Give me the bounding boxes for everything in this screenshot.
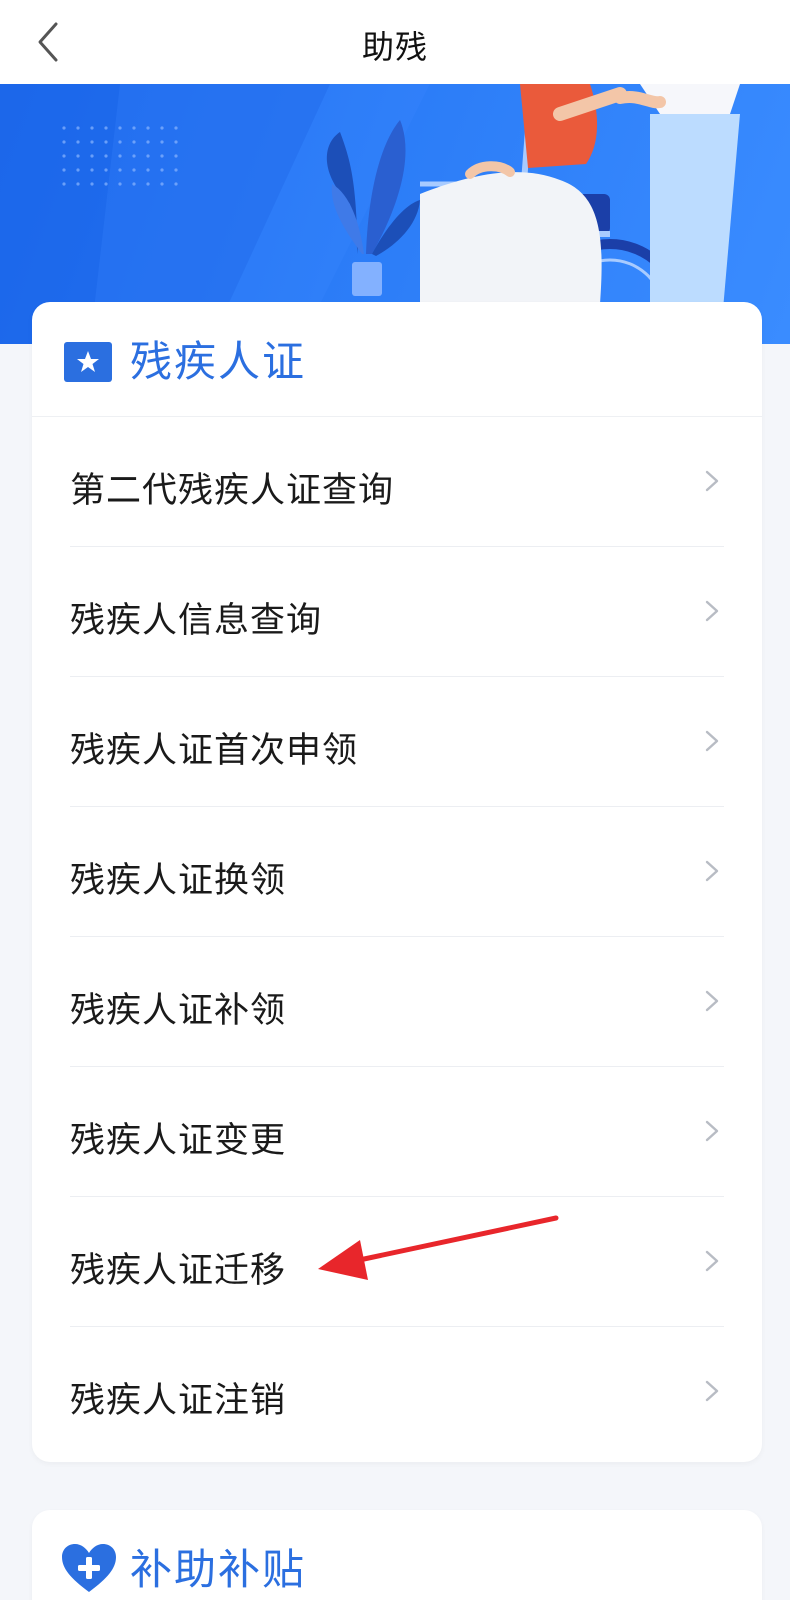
- menu-item-label: 残疾人证补领: [70, 991, 287, 1031]
- chevron-right-icon: [705, 860, 719, 882]
- heart-plus-icon: [62, 1544, 116, 1592]
- top-navigation-bar: 助残: [0, 0, 790, 84]
- page: 助残 残疾人证 第二代残疾人证查询 残疾人信息查询 残疾人证首次申领 残疾人证换…: [0, 0, 790, 1600]
- star-icon: [64, 342, 112, 382]
- chevron-right-icon: [705, 600, 719, 622]
- menu-item-renewal[interactable]: 残疾人证换领: [32, 807, 762, 937]
- menu-item-label: 残疾人证变更: [70, 1121, 287, 1161]
- menu-item-info-query[interactable]: 残疾人信息查询: [32, 547, 762, 677]
- card-title: 残疾人证: [130, 337, 307, 386]
- menu-item-change[interactable]: 残疾人证变更: [32, 1067, 762, 1197]
- chevron-right-icon: [705, 1120, 719, 1142]
- chevron-right-icon: [705, 470, 719, 492]
- menu-item-cancellation[interactable]: 残疾人证注销: [32, 1327, 762, 1457]
- menu-item-label: 残疾人证注销: [70, 1381, 287, 1421]
- watermark-domain: jingyan.baidu.com: [596, 1546, 725, 1560]
- menu-item-first-application[interactable]: 残疾人证首次申领: [32, 677, 762, 807]
- menu-item-label: 残疾人证首次申领: [70, 731, 359, 771]
- menu-item-replacement[interactable]: 残疾人证补领: [32, 937, 762, 1067]
- card-title: 补助补贴: [130, 1545, 307, 1594]
- page-title: 助残: [361, 28, 428, 66]
- menu-item-label: 残疾人证迁移: [70, 1251, 287, 1291]
- menu-item-label: 残疾人信息查询: [70, 601, 323, 641]
- menu-item-label: 残疾人证换领: [70, 861, 287, 901]
- chevron-right-icon: [705, 1380, 719, 1402]
- disability-certificate-card: 残疾人证 第二代残疾人证查询 残疾人信息查询 残疾人证首次申领 残疾人证换领 残…: [32, 302, 762, 1462]
- menu-item-second-gen-query[interactable]: 第二代残疾人证查询: [32, 417, 762, 547]
- chevron-right-icon: [705, 990, 719, 1012]
- menu-item-transfer[interactable]: 残疾人证迁移: [32, 1197, 762, 1327]
- chevron-right-icon: [705, 730, 719, 752]
- baidu-jingyan-watermark: Bai du 经验 jingyan.baidu.com: [597, 1509, 751, 1560]
- chevron-right-icon: [705, 1250, 719, 1272]
- watermark-brand: Bai du 经验: [596, 1515, 751, 1545]
- card-header: 残疾人证: [32, 302, 762, 417]
- menu-item-label: 第二代残疾人证查询: [70, 471, 395, 511]
